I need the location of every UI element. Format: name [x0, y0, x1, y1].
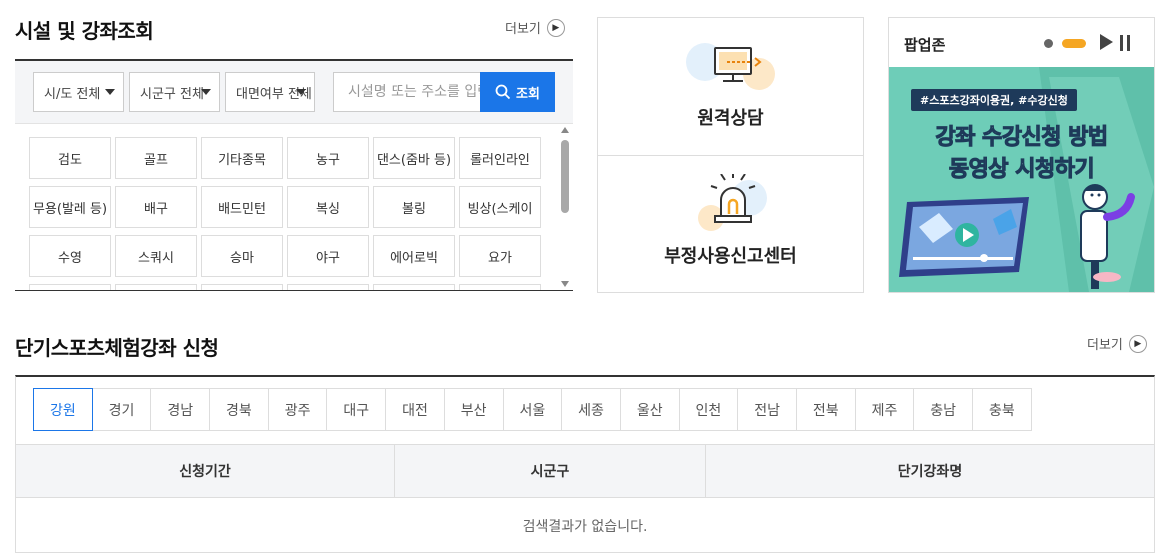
facility-section-title: 시설 및 강좌조회: [15, 19, 154, 43]
fraud-report-link[interactable]: 부정사용신고센터: [598, 156, 863, 293]
sport-category-button[interactable]: 검도: [29, 137, 111, 179]
facility-more-link[interactable]: 더보기 ▶: [505, 18, 565, 37]
region-tab[interactable]: 전남: [737, 388, 797, 431]
sido-select-value: 시/도 전체: [44, 86, 101, 102]
sport-category-button[interactable]: 댄스(줌바 등): [373, 137, 455, 179]
banner-hashtag: #스포츠강좌이용권, #수강신청: [911, 89, 1077, 111]
sport-grid-scrollbar[interactable]: [558, 124, 573, 290]
region-tab[interactable]: 부산: [443, 388, 504, 431]
remote-consult-link[interactable]: 원격상담: [598, 18, 863, 155]
region-tab[interactable]: 서울: [502, 388, 563, 431]
sport-category-button[interactable]: 골프: [115, 137, 197, 179]
sport-category-button[interactable]: 수영: [29, 235, 111, 277]
banner-headline-2: 동영상 시청하기: [948, 157, 1095, 183]
region-tab-gangwon[interactable]: 강원: [33, 388, 93, 431]
popup-banner[interactable]: #스포츠강좌이용권, #수강신청 강좌 수강신청 방법 동영상 시청하기: [889, 67, 1154, 292]
lecture-panel: 강원 경기 경남 경북 광주 대구 대전 부산 서울 세종 울산 인천 전남 전…: [15, 375, 1155, 553]
chevron-right-icon: ▶: [1128, 334, 1147, 353]
sport-category-button[interactable]: 기타종목: [201, 137, 283, 179]
more-label: 더보기: [1087, 338, 1123, 353]
search-button[interactable]: 조회: [480, 72, 555, 112]
play-icon[interactable]: [1100, 34, 1113, 50]
facility-search-input[interactable]: [333, 72, 489, 112]
facility-search-panel: 시/도 전체 시군구 전체 대면여부 전체 조회 검도 골프 기타종목 농구 댄…: [15, 59, 573, 291]
popup-zone-title: 팝업존: [904, 36, 946, 54]
lecture-table-header: 신청기간 시군구 단기강좌명: [16, 444, 1154, 498]
sport-category-button[interactable]: 빙상(스케이: [459, 186, 541, 228]
sport-category-button[interactable]: [201, 284, 283, 290]
sport-category-button[interactable]: 승마: [201, 235, 283, 277]
sport-category-button[interactable]: [459, 284, 541, 290]
column-header-district: 시군구: [395, 445, 706, 497]
region-tabs: 강원 경기 경남 경북 광주 대구 대전 부산 서울 세종 울산 인천 전남 전…: [33, 388, 1032, 431]
caret-down-icon: [201, 89, 211, 95]
region-tab[interactable]: 울산: [619, 388, 680, 431]
sport-category-button[interactable]: 무용(발레 등): [29, 186, 111, 228]
inperson-select[interactable]: 대면여부 전체: [225, 72, 315, 112]
region-tab[interactable]: 충남: [913, 388, 973, 431]
scroll-thumb[interactable]: [561, 140, 569, 213]
region-tab[interactable]: 제주: [854, 388, 915, 431]
sport-category-button[interactable]: [29, 284, 111, 290]
pause-icon[interactable]: [1119, 35, 1132, 51]
sport-category-button[interactable]: 요가: [459, 235, 541, 277]
region-tab[interactable]: 충북: [972, 388, 1032, 431]
sport-category-button[interactable]: 야구: [287, 235, 369, 277]
lecture-more-link[interactable]: 더보기 ▶: [1087, 334, 1147, 353]
sport-category-button[interactable]: 스쿼시: [115, 235, 197, 277]
lecture-section-title: 단기스포츠체험강좌 신청: [15, 336, 219, 360]
banner-headline-1: 강좌 수강신청 방법: [935, 125, 1109, 151]
sport-category-button[interactable]: [115, 284, 197, 290]
sido-select[interactable]: 시/도 전체: [33, 72, 124, 112]
chevron-right-icon: ▶: [546, 18, 565, 37]
region-tab[interactable]: 경남: [150, 388, 211, 431]
sport-category-button[interactable]: 배구: [115, 186, 197, 228]
region-tab[interactable]: 경북: [209, 388, 269, 431]
region-tab[interactable]: 경기: [91, 388, 152, 431]
region-tab[interactable]: 인천: [678, 388, 739, 431]
caret-down-icon: [296, 89, 306, 95]
remote-consult-label: 원격상담: [697, 108, 764, 129]
sport-category-button[interactable]: 농구: [287, 137, 369, 179]
sport-category-button[interactable]: 롤러인라인: [459, 137, 541, 179]
sport-category-button[interactable]: [373, 284, 455, 290]
region-tab[interactable]: 전북: [795, 388, 856, 431]
slide-indicator-1[interactable]: [1044, 39, 1053, 48]
sport-category-grid: 검도 골프 기타종목 농구 댄스(줌바 등) 롤러인라인 무용(발레 등) 배구…: [29, 137, 549, 290]
slide-indicator-2[interactable]: [1062, 39, 1086, 48]
sport-category-button[interactable]: 볼링: [373, 186, 455, 228]
region-tab[interactable]: 광주: [267, 388, 328, 431]
search-button-label: 조회: [516, 85, 540, 101]
search-icon: [495, 84, 511, 100]
column-header-lecture-name: 단기강좌명: [897, 464, 963, 480]
sigungu-select-value: 시군구 전체: [140, 86, 204, 102]
region-tab[interactable]: 세종: [561, 388, 621, 431]
empty-result-message: 검색결과가 없습니다.: [522, 518, 648, 535]
region-tab[interactable]: 대전: [385, 388, 445, 431]
sigungu-select[interactable]: 시군구 전체: [129, 72, 220, 112]
region-tab[interactable]: 대구: [326, 388, 387, 431]
sport-category-button[interactable]: 에어로빅: [373, 235, 455, 277]
monitor-consult-icon: [686, 43, 775, 90]
sport-category-button[interactable]: 배드민턴: [201, 186, 283, 228]
sport-category-button[interactable]: [287, 284, 369, 290]
popup-zone: 팝업존 #스포츠강좌이용권, #수강신청 강좌 수강신청 방법 동영상 시청하기: [888, 17, 1155, 293]
column-header-period: 신청기간: [16, 445, 395, 497]
scroll-up-arrow-icon[interactable]: [561, 127, 569, 133]
scroll-down-arrow-icon[interactable]: [561, 281, 569, 287]
service-box: 원격상담 부정사용신고센터: [597, 17, 864, 293]
sport-category-button[interactable]: 복싱: [287, 186, 369, 228]
alarm-siren-icon: [698, 174, 767, 231]
caret-down-icon: [105, 89, 115, 95]
filter-bar: 시/도 전체 시군구 전체 대면여부 전체 조회: [15, 61, 573, 124]
more-label: 더보기: [505, 22, 541, 37]
fraud-report-label: 부정사용신고센터: [664, 246, 797, 267]
